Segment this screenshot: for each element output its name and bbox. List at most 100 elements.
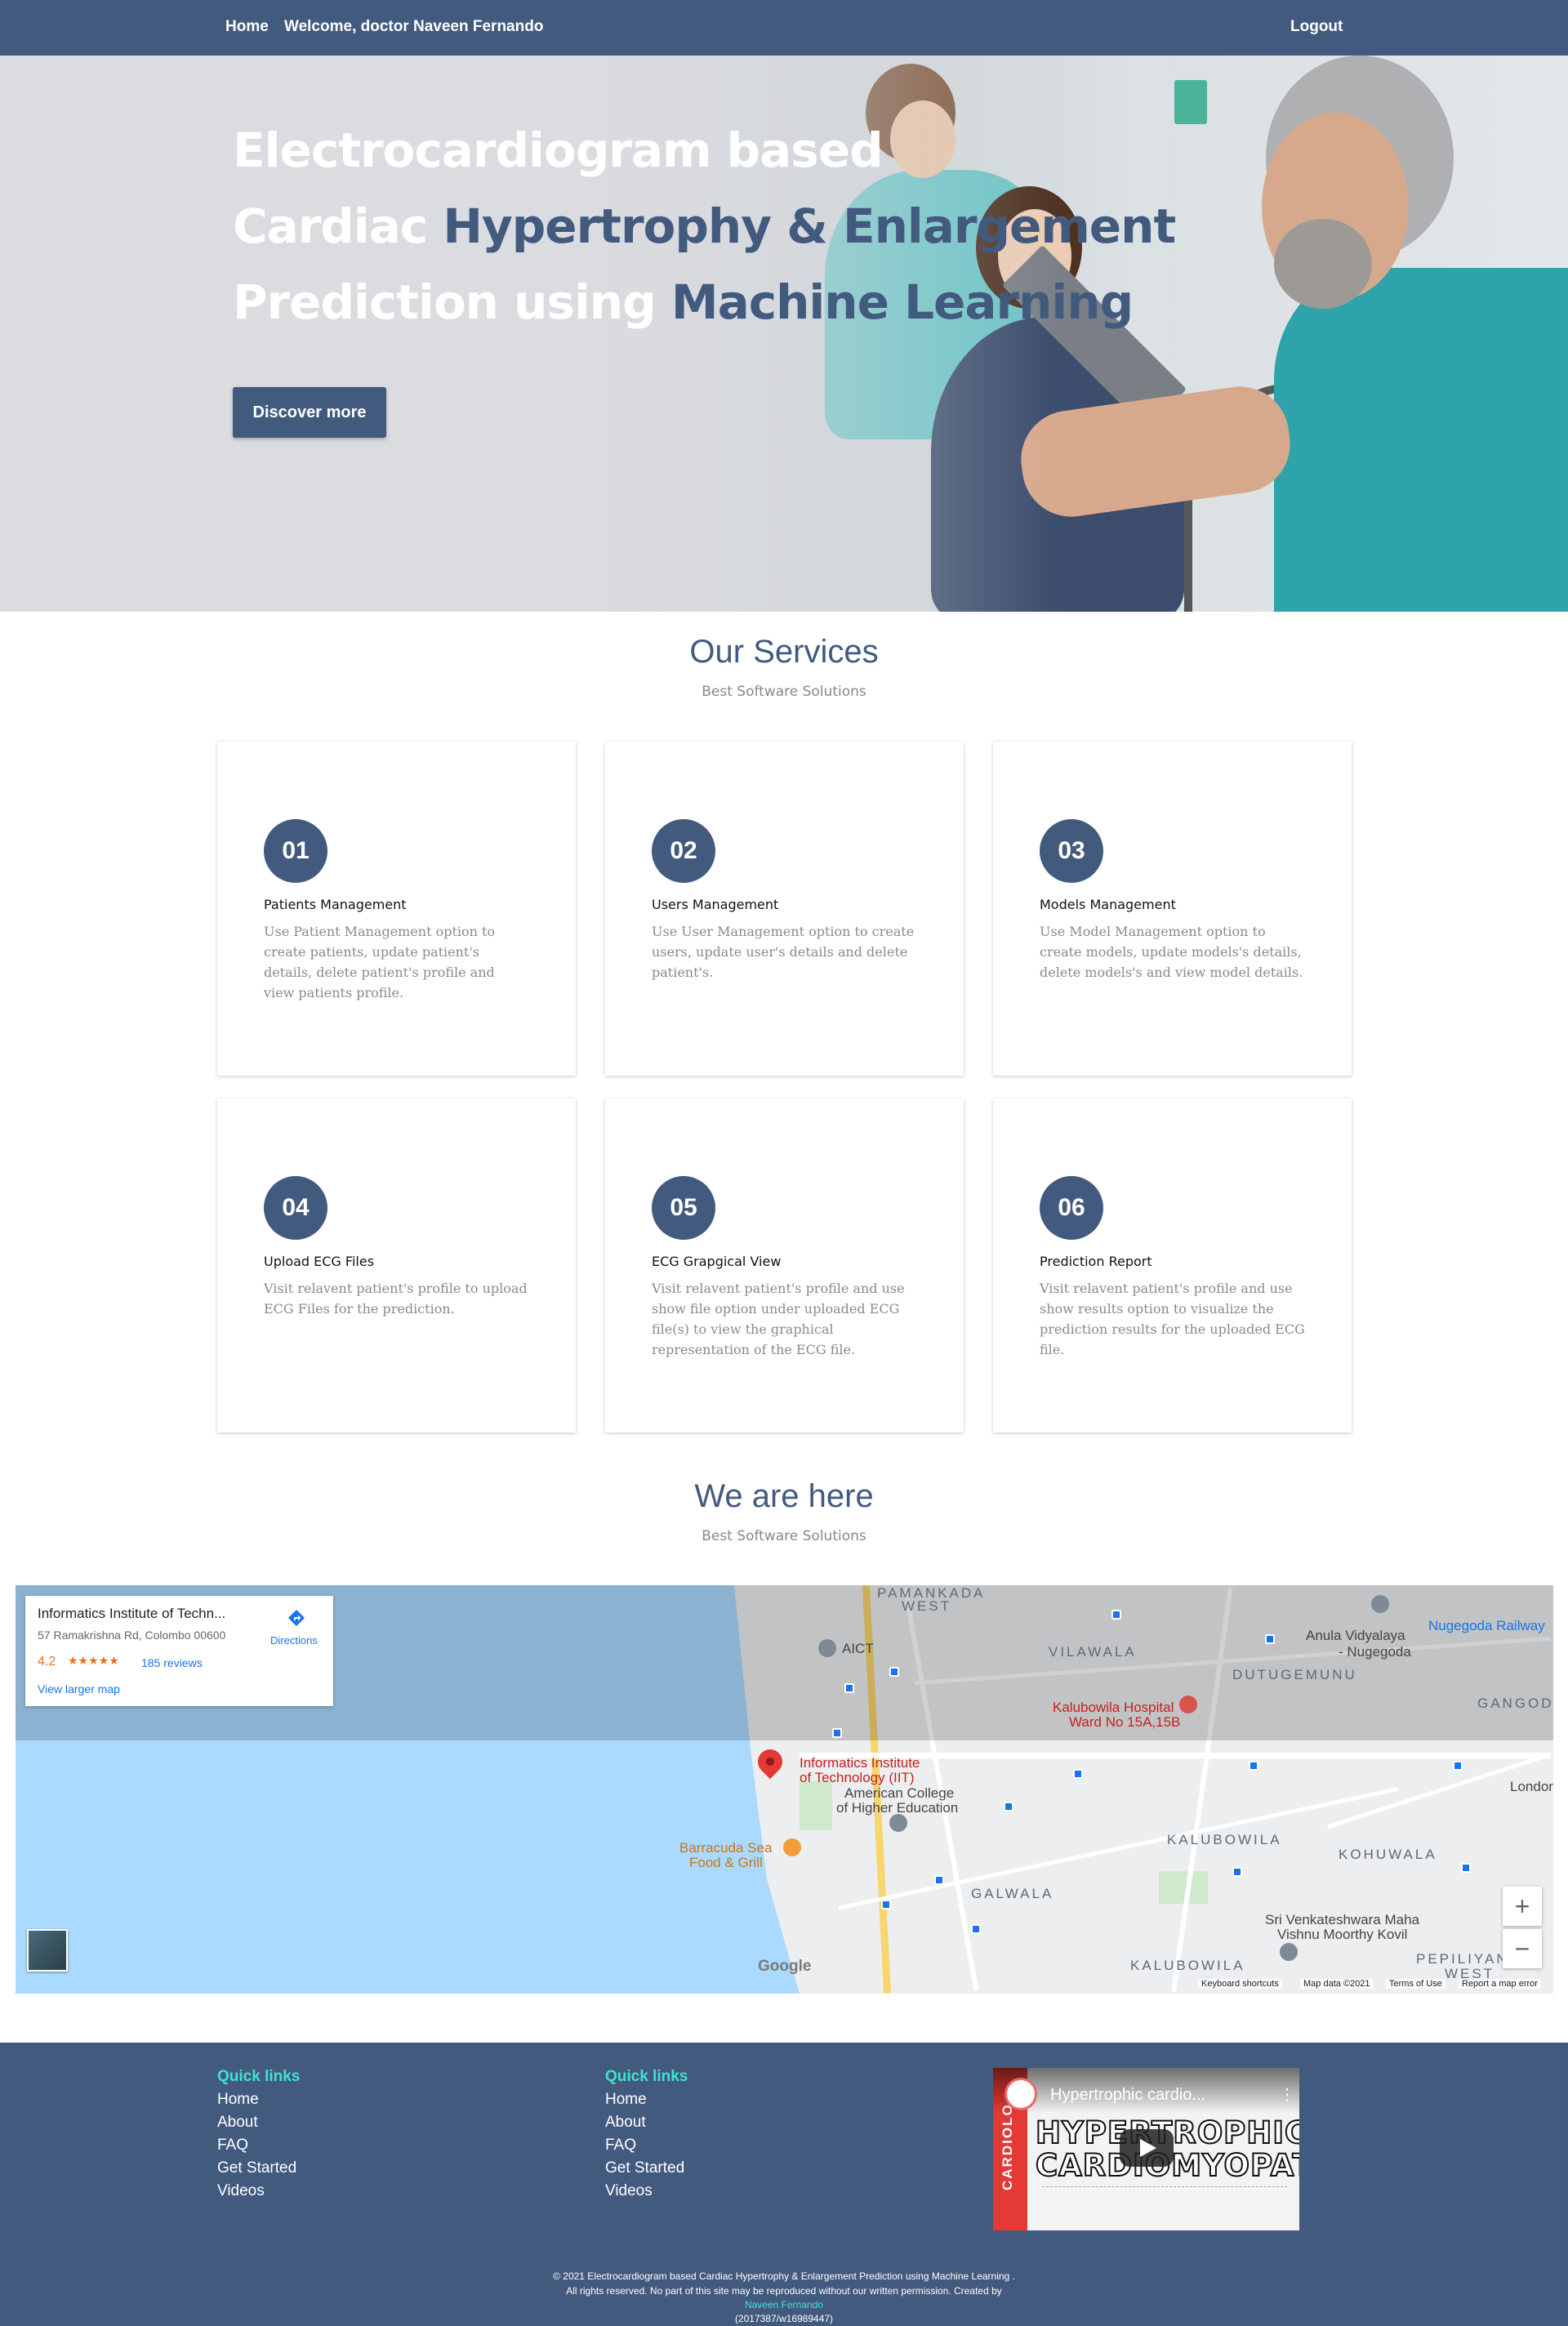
place-marker-icon[interactable] xyxy=(1371,1595,1389,1613)
directions-link[interactable]: Directions xyxy=(270,1634,318,1646)
bus-stop-icon[interactable] xyxy=(889,1667,899,1677)
author-link[interactable]: Naveen Fernando xyxy=(745,2299,823,2310)
footer-link-about[interactable]: About xyxy=(217,2114,258,2132)
bus-stop-icon[interactable] xyxy=(1461,1863,1471,1873)
view-larger-map-link[interactable]: View larger map xyxy=(38,1682,120,1695)
hospital-marker-icon[interactable] xyxy=(1179,1695,1197,1713)
map-label: Anula Vidyalaya xyxy=(1306,1628,1405,1643)
map-pin-label: Informatics Institute xyxy=(800,1755,920,1771)
map-label: KALUBOWILA xyxy=(1167,1832,1282,1847)
hero-heading-text: Electrocardiogram based xyxy=(233,123,884,178)
service-card-patients: 01 Patients Management Use Patient Manag… xyxy=(217,742,576,1076)
footer-link-faq[interactable]: FAQ xyxy=(217,2137,248,2154)
map-label: KOHUWALA xyxy=(1339,1847,1437,1862)
service-card-title: Users Management xyxy=(652,897,779,912)
nav-home-link[interactable]: Home xyxy=(225,18,269,36)
footer-link-home[interactable]: Home xyxy=(217,2091,259,2109)
map-label: VILAWALA xyxy=(1049,1644,1137,1660)
map-label: WEST xyxy=(902,1598,952,1614)
footer-link-home[interactable]: Home xyxy=(605,2091,647,2109)
footer-quick-links-title: Quick links xyxy=(217,2068,301,2085)
service-card-description: Use User Management option to create use… xyxy=(652,924,915,980)
map-park xyxy=(800,1781,832,1830)
discover-more-button[interactable]: Discover more xyxy=(233,387,386,438)
map-label: Kalubowila Hospital xyxy=(1053,1700,1174,1715)
directions-icon[interactable] xyxy=(287,1608,306,1628)
satellite-toggle-button[interactable] xyxy=(27,1929,68,1972)
place-name: Informatics Institute of Techn... xyxy=(38,1606,226,1621)
map-label: Barracuda Sea xyxy=(679,1840,773,1856)
zoom-in-button[interactable]: + xyxy=(1503,1887,1542,1926)
bus-stop-icon[interactable] xyxy=(1265,1634,1275,1644)
place-marker-icon[interactable] xyxy=(818,1639,836,1657)
hero-heading-accent: Machine Learning xyxy=(670,274,1134,330)
place-marker-icon[interactable] xyxy=(1280,1943,1298,1961)
service-number-badge: 02 xyxy=(652,819,715,883)
service-card-description: Visit relavent patient's profile and use… xyxy=(652,1281,905,1357)
terms-of-use-link[interactable]: Terms of Use xyxy=(1386,1979,1446,1989)
service-card-prediction-report: 06 Prediction Report Visit relavent pati… xyxy=(993,1098,1352,1433)
restaurant-marker-icon[interactable] xyxy=(783,1838,801,1856)
bus-stop-icon[interactable] xyxy=(1453,1761,1463,1771)
reviews-link[interactable]: 185 reviews xyxy=(141,1656,203,1669)
service-number-badge: 03 xyxy=(1040,819,1103,883)
keyboard-shortcuts-link[interactable]: Keyboard shortcuts xyxy=(1198,1979,1282,1989)
bus-stop-icon[interactable] xyxy=(934,1875,944,1885)
bus-stop-icon[interactable] xyxy=(971,1924,981,1934)
nav-welcome-text[interactable]: Welcome, doctor Naveen Fernando xyxy=(284,18,543,36)
bus-stop-icon[interactable] xyxy=(1073,1769,1083,1779)
bus-stop-icon[interactable] xyxy=(881,1900,891,1909)
zoom-out-button[interactable]: − xyxy=(1503,1929,1542,1968)
service-card-ecg-view: 05 ECG Grapgical View Visit relavent pat… xyxy=(605,1098,964,1433)
service-card-description: Visit relavent patient's profile and use… xyxy=(1040,1281,1305,1357)
bus-stop-icon[interactable] xyxy=(1004,1802,1013,1811)
service-number-badge: 05 xyxy=(652,1176,715,1240)
service-card-description: Use Model Management option to create mo… xyxy=(1040,924,1303,980)
hero-heading-accent: Hypertrophy & Enlargement xyxy=(443,198,1176,254)
more-options-icon[interactable]: ⋮ xyxy=(1279,2084,1295,2105)
bus-stop-icon[interactable] xyxy=(1111,1610,1121,1620)
bus-stop-icon[interactable] xyxy=(844,1683,854,1693)
place-marker-icon[interactable] xyxy=(889,1814,907,1832)
nav-logout-link[interactable]: Logout xyxy=(1290,18,1343,36)
video-thumbnail-sketch xyxy=(1042,2186,1287,2227)
footer-link-get-started[interactable]: Get Started xyxy=(605,2159,684,2177)
service-card-upload-ecg: 04 Upload ECG Files Visit relavent patie… xyxy=(217,1098,576,1433)
map-label: GANGODAW xyxy=(1477,1695,1553,1711)
footer-link-get-started[interactable]: Get Started xyxy=(217,2159,296,2177)
footer-link-about[interactable]: About xyxy=(605,2114,646,2132)
channel-avatar[interactable] xyxy=(1004,2078,1037,2110)
google-logo: Google xyxy=(758,1958,812,1975)
map-label: DUTUGEMUNU xyxy=(1232,1667,1357,1682)
map-label: Sri Venkateshwara Maha xyxy=(1265,1912,1419,1927)
map-label: Vishnu Moorthy Kovil xyxy=(1277,1927,1408,1942)
service-number-badge: 01 xyxy=(264,819,327,883)
service-number-badge: 06 xyxy=(1040,1176,1103,1240)
youtube-video-embed[interactable]: CARDIOLO HYPERTROPHICCARDIOMYOPATHY Hype… xyxy=(993,2068,1299,2230)
copyright-line-1: © 2021 Electrocardiogram based Cardiac H… xyxy=(553,2270,1015,2282)
map-label: Londontec xyxy=(1510,1779,1553,1794)
map-data-text: Map data ©2021 xyxy=(1300,1979,1374,1989)
bus-stop-icon[interactable] xyxy=(1232,1867,1242,1877)
map-place-card: Informatics Institute of Techn... 57 Ram… xyxy=(25,1596,333,1706)
footer-link-videos[interactable]: Videos xyxy=(605,2182,653,2200)
hero-heading-line-1: Electrocardiogram based xyxy=(233,123,884,178)
map-label: Ward No 15A,15B xyxy=(1069,1714,1181,1730)
service-card-title: Patients Management xyxy=(264,897,407,912)
video-title[interactable]: Hypertrophic cardio... xyxy=(1050,2086,1205,2105)
bus-stop-icon[interactable] xyxy=(832,1728,842,1738)
footer-link-videos[interactable]: Videos xyxy=(217,2182,265,2200)
bus-stop-icon[interactable] xyxy=(1249,1761,1258,1771)
map-pin-label: of Technology (IIT) xyxy=(800,1770,915,1785)
report-map-error-link[interactable]: Report a map error xyxy=(1459,1979,1541,1989)
map-label: GALWALA xyxy=(971,1886,1054,1901)
hero-image-doctor xyxy=(1274,268,1568,612)
services-title: Our Services xyxy=(689,634,879,670)
footer-link-faq[interactable]: FAQ xyxy=(605,2137,636,2154)
footer-quick-links-title: Quick links xyxy=(605,2068,688,2085)
play-icon[interactable] xyxy=(1120,2129,1174,2167)
service-card-models: 03 Models Management Use Model Managemen… xyxy=(993,742,1352,1076)
service-card-description: Use Patient Management option to create … xyxy=(264,924,496,1000)
location-title: We are here xyxy=(694,1478,874,1514)
copyright-author-line: Naveen Fernando xyxy=(0,2299,1568,2310)
